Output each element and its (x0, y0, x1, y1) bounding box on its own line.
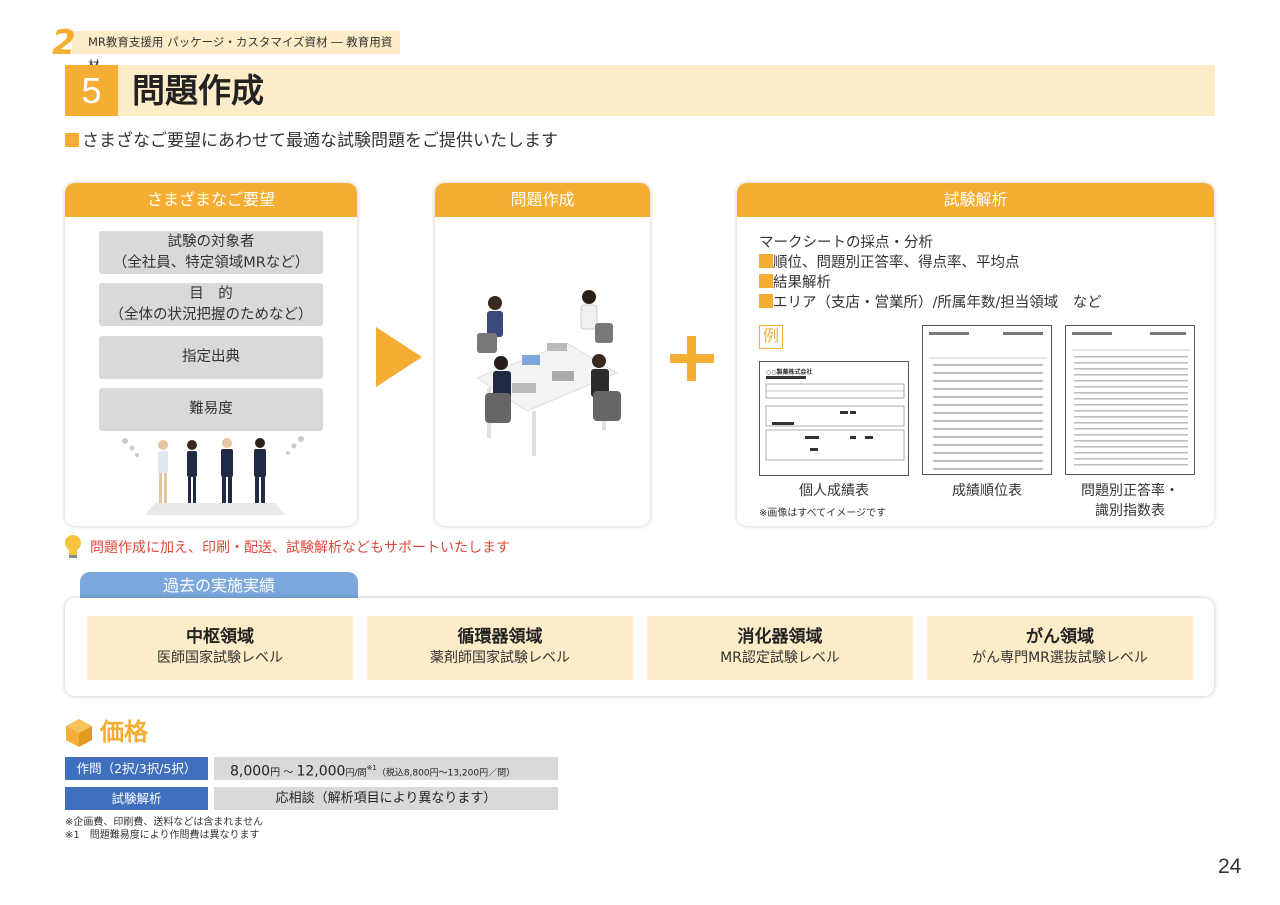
past-result-area: 中枢領域 (186, 627, 254, 647)
past-results-panel: 中枢領域 医師国家試験レベル 循環器領域 薬剤師国家試験レベル 消化器領域 MR… (65, 598, 1214, 696)
meeting-illustration (475, 290, 621, 456)
past-result-level: 薬剤師国家試験レベル (430, 650, 570, 666)
correct-rate-table-graphic (1072, 332, 1190, 466)
past-result-level: がん専門MR選抜試験レベル (972, 650, 1148, 666)
past-result-level: 医師国家試験レベル (157, 650, 283, 666)
requests-panel: さまざまなご要望 試験の対象者 （全社員、特定領域MRなど） 目 的（全体の状況把… (65, 183, 357, 526)
example-label: 例 (759, 325, 783, 349)
business-people-illustration (122, 436, 304, 515)
analysis-panel: 試験解析 マークシートの採点・分析 順位、問題別正答率、得点率、平均点 結果解析… (737, 183, 1214, 526)
doc-caption-correct-rate: 問題別正答率・ 識別指数表 (1081, 483, 1179, 519)
doc-title: ○○製薬株式会社 (766, 369, 813, 376)
analysis-line: 結果解析 (759, 273, 831, 293)
square-bullet-icon (759, 274, 773, 288)
past-result-item: 循環器領域 薬剤師国家試験レベル (367, 616, 633, 680)
request-item-difficulty: 難易度 (99, 388, 323, 431)
ranking-table-thumbnail (922, 325, 1052, 475)
past-result-item: 中枢領域 医師国家試験レベル (87, 616, 353, 680)
past-result-area: 消化器領域 (737, 627, 823, 647)
doc-caption-ranking: 成績順位表 (952, 483, 1022, 499)
request-item-source: 指定出典 (99, 336, 323, 379)
section-number: 5 (65, 65, 118, 116)
past-result-item: がん領域 がん専門MR選抜試験レベル (927, 616, 1193, 680)
price-title: 価格 (100, 718, 148, 746)
square-bullet-icon (65, 133, 79, 147)
price-note-2: ※1 問題難易度により作問費は異なります (65, 830, 260, 841)
square-bullet-icon (759, 254, 773, 268)
page-title: 問題作成 (132, 71, 264, 110)
lead-text: さまざなご要望にあわせて最適な試験問題をご提供いたします (65, 130, 558, 152)
square-bullet-icon (759, 294, 773, 308)
request-item-purpose: 目 的（全体の状況把握のためなど） (99, 283, 323, 326)
price-value-question: 8,000円 ～ 12,000円/問※1（税込8,800円～13,200円／問） (214, 757, 558, 780)
ranking-table-graphic (929, 332, 1047, 470)
past-result-item: 消化器領域 MR認定試験レベル (647, 616, 913, 680)
individual-report-graphic (765, 376, 905, 461)
requests-panel-title: さまざまなご要望 (65, 183, 357, 217)
past-results-title: 過去の実施実績 (80, 572, 358, 600)
chapter-label: MR教育支援用 パッケージ・カスタマイズ資材 ― 教育用資材 (72, 31, 400, 72)
past-result-area: 循環器領域 (457, 627, 543, 647)
support-note: 問題作成に加え、印刷・配送、試験解析などもサポートいたします (90, 540, 510, 556)
lightbulb-icon (65, 535, 81, 558)
plus-icon-vertical (687, 336, 696, 381)
arrow-right-icon (376, 327, 422, 387)
past-result-area: がん領域 (1026, 627, 1094, 647)
price-label-analysis: 試験解析 (65, 787, 208, 810)
past-result-level: MR認定試験レベル (720, 650, 840, 666)
page-number: 24 (1218, 855, 1242, 878)
price-value-analysis: 応相談（解析項目により異なります） (214, 787, 558, 810)
creation-panel: 問題作成 (435, 183, 650, 526)
analysis-line: エリア（支店・営業所）/所属年数/担当領域 など (759, 293, 1102, 313)
chapter-number: 2 (52, 23, 76, 63)
analysis-line: 順位、問題別正答率、得点率、平均点 (759, 253, 1020, 273)
analysis-line: マークシートの採点・分析 (759, 235, 933, 251)
creation-panel-title: 問題作成 (435, 183, 650, 217)
cube-icon (66, 719, 92, 747)
image-note: ※画像はすべてイメージです (759, 508, 887, 519)
correct-rate-table-thumbnail (1065, 325, 1195, 475)
doc-caption-individual: 個人成績表 (799, 483, 869, 499)
analysis-panel-title: 試験解析 (737, 183, 1214, 217)
individual-report-thumbnail: ○○製薬株式会社 (759, 361, 909, 476)
price-label-question: 作問（2択/3択/5択） (65, 757, 208, 780)
request-item-target: 試験の対象者 （全社員、特定領域MRなど） (99, 231, 323, 274)
price-note-1: ※企画費、印刷費、送料などは含まれません (65, 817, 264, 828)
